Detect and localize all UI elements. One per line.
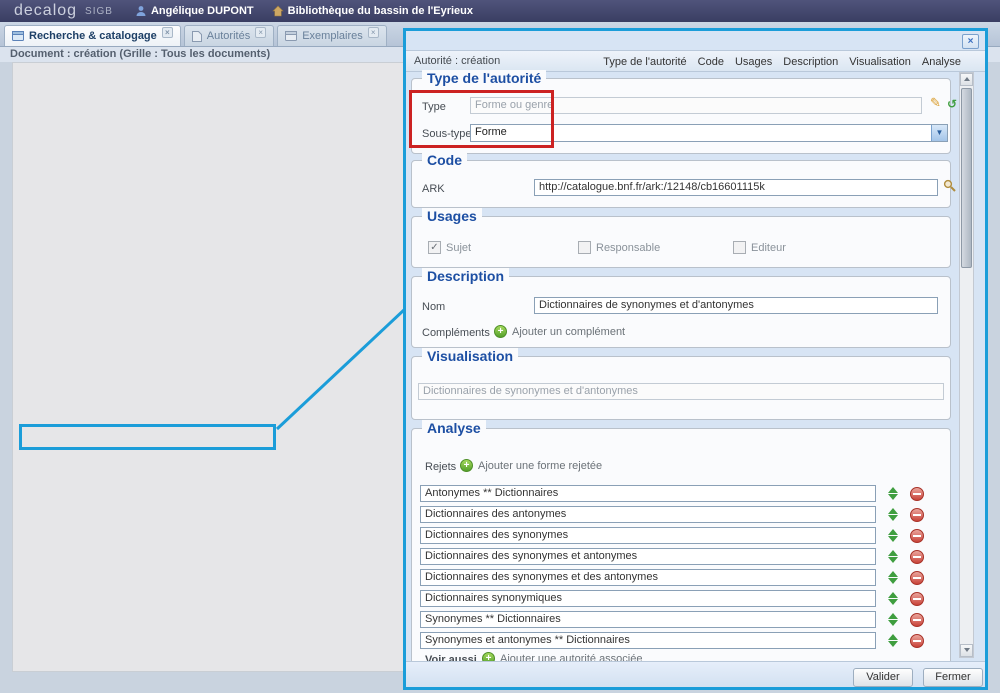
tab-close-icon[interactable]: × [255, 27, 266, 38]
selection-highlight-box [19, 424, 276, 450]
scroll-down-icon[interactable] [960, 644, 973, 657]
checkbox-icon[interactable] [428, 241, 441, 254]
rejet-row: Dictionnaires des synonymes et antonymes [420, 548, 935, 566]
visualisation-input: Dictionnaires de synonymes et d'antonyme… [418, 383, 944, 400]
rejet-row: Antonymes ** Dictionnaires [420, 485, 935, 503]
edit-pencil-icon[interactable]: ✎ [930, 95, 941, 111]
tab-autorites[interactable]: Autorités × [184, 25, 274, 46]
checkbox-icon[interactable] [733, 241, 746, 254]
rejet-row: Dictionnaires synonymiques [420, 590, 935, 608]
nom-input[interactable]: Dictionnaires de synonymes et d'antonyme… [534, 297, 938, 314]
error-highlight-box [409, 90, 554, 148]
tab-exemplaires[interactable]: Exemplaires × [277, 25, 387, 46]
rejet-input[interactable]: Dictionnaires des synonymes et antonymes [420, 548, 876, 565]
nav-analyse[interactable]: Analyse [922, 56, 961, 68]
checkbox-icon[interactable] [578, 241, 591, 254]
nav-type-autorite[interactable]: Type de l'autorité [603, 56, 686, 68]
nav-usages[interactable]: Usages [735, 56, 772, 68]
reorder-icon[interactable] [888, 508, 898, 521]
nav-visualisation[interactable]: Visualisation [849, 56, 911, 68]
rejet-row: Synonymes et antonymes ** Dictionnaires [420, 632, 935, 650]
usages-section: Usages [411, 216, 951, 268]
dialog-title: Autorité : création [414, 55, 500, 67]
visualisation-legend: Visualisation [422, 348, 518, 364]
rejet-input[interactable]: Antonymes ** Dictionnaires [420, 485, 876, 502]
reorder-icon[interactable] [888, 613, 898, 626]
delete-icon[interactable] [910, 592, 924, 606]
add-complement-button[interactable]: + Ajouter un complément [494, 325, 625, 338]
tab-close-icon[interactable]: × [162, 27, 173, 38]
rejet-input[interactable]: Dictionnaires des synonymes [420, 527, 876, 544]
ark-label: ARK [422, 183, 445, 195]
usage-responsable: Responsable [578, 241, 660, 254]
description-legend: Description [422, 268, 509, 284]
reorder-icon[interactable] [888, 487, 898, 500]
close-icon[interactable]: × [962, 34, 979, 49]
delete-icon[interactable] [910, 571, 924, 585]
scrollbar-thumb[interactable] [961, 88, 972, 268]
dialog-scrollbar[interactable] [959, 72, 974, 658]
plus-icon: + [494, 325, 507, 338]
usage-sujet: Sujet [428, 241, 471, 254]
rejet-row: Dictionnaires des synonymes [420, 527, 935, 545]
reset-type-icon[interactable]: ↺ [947, 97, 957, 111]
dialog-nav: Type de l'autorité Code Usages Descripti… [603, 51, 961, 73]
rejet-input[interactable]: Synonymes ** Dictionnaires [420, 611, 876, 628]
chevron-down-icon[interactable]: ▼ [931, 125, 947, 141]
usage-editeur: Editeur [733, 241, 786, 254]
delete-icon[interactable] [910, 487, 924, 501]
document-tab-icon [192, 31, 202, 42]
nom-label: Nom [422, 301, 445, 313]
rejet-input[interactable]: Dictionnaires des antonymes [420, 506, 876, 523]
rejet-row: Synonymes ** Dictionnaires [420, 611, 935, 629]
search-icon[interactable] [943, 179, 956, 192]
type-autorite-legend: Type de l'autorité [422, 70, 546, 86]
rejet-row: Dictionnaires des synonymes et des anton… [420, 569, 935, 587]
dialog-footer: Valider Fermer [406, 661, 985, 687]
plus-icon: + [460, 459, 473, 472]
valider-button[interactable]: Valider [853, 668, 913, 687]
nav-description[interactable]: Description [783, 56, 838, 68]
code-legend: Code [422, 152, 467, 168]
rejets-label: Rejets [425, 461, 456, 473]
delete-icon[interactable] [910, 508, 924, 522]
rejet-input[interactable]: Dictionnaires synonymiques [420, 590, 876, 607]
sigb-label: SIGB [85, 6, 113, 17]
reorder-icon[interactable] [888, 529, 898, 542]
reorder-icon[interactable] [888, 592, 898, 605]
copies-tab-icon [285, 31, 297, 41]
rejet-input[interactable]: Dictionnaires des synonymes et des anton… [420, 569, 876, 586]
delete-icon[interactable] [910, 634, 924, 648]
home-icon [272, 5, 284, 17]
reorder-icon[interactable] [888, 550, 898, 563]
scroll-up-icon[interactable] [960, 73, 973, 86]
nav-code[interactable]: Code [698, 56, 724, 68]
tab-close-icon[interactable]: × [368, 27, 379, 38]
delete-icon[interactable] [910, 613, 924, 627]
complements-label: Compléments [422, 327, 490, 339]
dialog-header: Autorité : création Type de l'autorité C… [406, 50, 985, 72]
usages-legend: Usages [422, 208, 482, 224]
decalog-logo: decalog [14, 2, 77, 20]
add-rejet-button[interactable]: + Ajouter une forme rejetée [460, 459, 602, 472]
app-window: decalog SIGB Angélique DUPONT Bibliothèq… [0, 0, 1000, 693]
rejet-row: Dictionnaires des antonymes [420, 506, 935, 524]
autorite-creation-dialog: × Autorité : création Type de l'autorité… [403, 28, 988, 690]
current-library[interactable]: Bibliothèque du bassin de l'Eyrieux [272, 5, 473, 17]
catalog-tab-icon [12, 31, 24, 41]
delete-icon[interactable] [910, 550, 924, 564]
reorder-icon[interactable] [888, 634, 898, 647]
analyse-modal-legend: Analyse [422, 420, 486, 436]
user-icon [135, 5, 147, 17]
ark-input[interactable]: http://catalogue.bnf.fr/ark:/12148/cb166… [534, 179, 938, 196]
rejet-input[interactable]: Synonymes et antonymes ** Dictionnaires [420, 632, 876, 649]
reorder-icon[interactable] [888, 571, 898, 584]
current-user[interactable]: Angélique DUPONT [135, 5, 254, 17]
tab-recherche-catalogage[interactable]: Recherche & catalogage × [4, 25, 181, 46]
fermer-button[interactable]: Fermer [923, 668, 983, 687]
top-bar: decalog SIGB Angélique DUPONT Bibliothèq… [0, 0, 1000, 22]
delete-icon[interactable] [910, 529, 924, 543]
